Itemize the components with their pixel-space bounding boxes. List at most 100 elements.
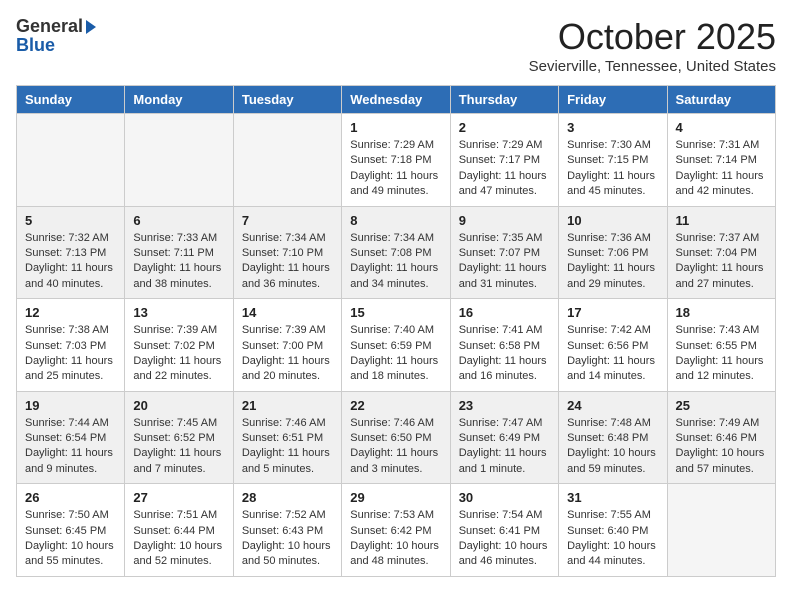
day-number: 9 — [459, 213, 550, 228]
calendar-day-cell: 29 Sunrise: 7:53 AMSunset: 6:42 PMDayligh… — [342, 484, 450, 577]
day-number: 6 — [133, 213, 224, 228]
calendar-day-cell: 19 Sunrise: 7:44 AMSunset: 6:54 PMDayligh… — [17, 391, 125, 484]
calendar-day-cell: 9 Sunrise: 7:35 AMSunset: 7:07 PMDaylight… — [450, 206, 558, 299]
day-number: 13 — [133, 305, 224, 320]
calendar-day-cell: 30 Sunrise: 7:54 AMSunset: 6:41 PMDayligh… — [450, 484, 558, 577]
page-header: General Blue October 2025 Sevierville, T… — [16, 16, 776, 75]
day-number: 4 — [676, 120, 767, 135]
day-info: Sunrise: 7:29 AMSunset: 7:17 PMDaylight:… — [459, 138, 550, 200]
day-info: Sunrise: 7:55 AMSunset: 6:40 PMDaylight:… — [567, 508, 658, 570]
day-number: 19 — [25, 398, 116, 413]
day-number: 3 — [567, 120, 658, 135]
day-number: 29 — [350, 490, 441, 505]
day-number: 8 — [350, 213, 441, 228]
calendar-day-cell — [17, 114, 125, 207]
calendar-day-cell: 15 Sunrise: 7:40 AMSunset: 6:59 PMDayligh… — [342, 299, 450, 392]
day-number: 28 — [242, 490, 333, 505]
calendar-day-cell: 5 Sunrise: 7:32 AMSunset: 7:13 PMDaylight… — [17, 206, 125, 299]
day-info: Sunrise: 7:50 AMSunset: 6:45 PMDaylight:… — [25, 508, 116, 570]
location-text: Sevierville, Tennessee, United States — [529, 58, 776, 75]
day-info: Sunrise: 7:31 AMSunset: 7:14 PMDaylight:… — [676, 138, 767, 200]
day-info: Sunrise: 7:52 AMSunset: 6:43 PMDaylight:… — [242, 508, 333, 570]
calendar-day-cell: 14Sunrise: 7:39 AMSunset: 7:00 PMDayligh… — [233, 299, 341, 392]
day-number: 24 — [567, 398, 658, 413]
calendar-day-cell: 16Sunrise: 7:41 AMSunset: 6:58 PMDayligh… — [450, 299, 558, 392]
calendar-table: SundayMondayTuesdayWednesdayThursdayFrid… — [16, 85, 776, 577]
day-info: Sunrise: 7:36 AMSunset: 7:06 PMDaylight:… — [567, 231, 658, 293]
day-number: 30 — [459, 490, 550, 505]
calendar-week-row: 26Sunrise: 7:50 AMSunset: 6:45 PMDayligh… — [17, 484, 776, 577]
day-number: 15 — [350, 305, 441, 320]
day-info: Sunrise: 7:45 AMSunset: 6:52 PMDaylight:… — [133, 416, 224, 478]
weekday-header-wednesday: Wednesday — [342, 86, 450, 114]
calendar-day-cell: 28 Sunrise: 7:52 AMSunset: 6:43 PMDayligh… — [233, 484, 341, 577]
calendar-day-cell: 13 Sunrise: 7:39 AMSunset: 7:02 PMDayligh… — [125, 299, 233, 392]
day-number: 21 — [242, 398, 333, 413]
calendar-day-cell: 11 Sunrise: 7:37 AMSunset: 7:04 PMDayligh… — [667, 206, 775, 299]
weekday-header-friday: Friday — [559, 86, 667, 114]
calendar-week-row: 12 Sunrise: 7:38 AMSunset: 7:03 PMDayligh… — [17, 299, 776, 392]
calendar-day-cell — [125, 114, 233, 207]
calendar-day-cell: 25 Sunrise: 7:49 AMSunset: 6:46 PMDayligh… — [667, 391, 775, 484]
day-number: 12 — [25, 305, 116, 320]
day-info: Sunrise: 7:38 AMSunset: 7:03 PMDaylight:… — [25, 323, 116, 385]
day-info: Sunrise: 7:32 AMSunset: 7:13 PMDaylight:… — [25, 231, 116, 293]
calendar-day-cell: 2Sunrise: 7:29 AMSunset: 7:17 PMDaylight… — [450, 114, 558, 207]
calendar-day-cell: 27 Sunrise: 7:51 AMSunset: 6:44 PMDayligh… — [125, 484, 233, 577]
day-info: Sunrise: 7:46 AMSunset: 6:51 PMDaylight:… — [242, 416, 333, 478]
weekday-header-row: SundayMondayTuesdayWednesdayThursdayFrid… — [17, 86, 776, 114]
title-section: October 2025 Sevierville, Tennessee, Uni… — [529, 16, 776, 75]
day-info: Sunrise: 7:40 AMSunset: 6:59 PMDaylight:… — [350, 323, 441, 385]
day-info: Sunrise: 7:47 AMSunset: 6:49 PMDaylight:… — [459, 416, 550, 478]
day-info: Sunrise: 7:39 AMSunset: 7:02 PMDaylight:… — [133, 323, 224, 385]
calendar-day-cell: 4 Sunrise: 7:31 AMSunset: 7:14 PMDaylight… — [667, 114, 775, 207]
day-info: Sunrise: 7:53 AMSunset: 6:42 PMDaylight:… — [350, 508, 441, 570]
day-number: 14 — [242, 305, 333, 320]
day-number: 11 — [676, 213, 767, 228]
calendar-week-row: 1 Sunrise: 7:29 AMSunset: 7:18 PMDaylight… — [17, 114, 776, 207]
calendar-day-cell: 23Sunrise: 7:47 AMSunset: 6:49 PMDayligh… — [450, 391, 558, 484]
calendar-day-cell: 17 Sunrise: 7:42 AMSunset: 6:56 PMDayligh… — [559, 299, 667, 392]
day-info: Sunrise: 7:54 AMSunset: 6:41 PMDaylight:… — [459, 508, 550, 570]
day-info: Sunrise: 7:41 AMSunset: 6:58 PMDaylight:… — [459, 323, 550, 385]
day-info: Sunrise: 7:42 AMSunset: 6:56 PMDaylight:… — [567, 323, 658, 385]
day-number: 1 — [350, 120, 441, 135]
day-number: 5 — [25, 213, 116, 228]
calendar-day-cell: 3 Sunrise: 7:30 AMSunset: 7:15 PMDaylight… — [559, 114, 667, 207]
day-number: 17 — [567, 305, 658, 320]
day-info: Sunrise: 7:43 AMSunset: 6:55 PMDaylight:… — [676, 323, 767, 385]
day-info: Sunrise: 7:51 AMSunset: 6:44 PMDaylight:… — [133, 508, 224, 570]
calendar-day-cell: 8 Sunrise: 7:34 AMSunset: 7:08 PMDaylight… — [342, 206, 450, 299]
calendar-day-cell: 26Sunrise: 7:50 AMSunset: 6:45 PMDayligh… — [17, 484, 125, 577]
day-info: Sunrise: 7:29 AMSunset: 7:18 PMDaylight:… — [350, 138, 441, 200]
calendar-day-cell: 10 Sunrise: 7:36 AMSunset: 7:06 PMDayligh… — [559, 206, 667, 299]
day-info: Sunrise: 7:34 AMSunset: 7:08 PMDaylight:… — [350, 231, 441, 293]
day-info: Sunrise: 7:44 AMSunset: 6:54 PMDaylight:… — [25, 416, 116, 478]
day-number: 10 — [567, 213, 658, 228]
logo: General Blue — [16, 16, 96, 56]
calendar-day-cell: 20 Sunrise: 7:45 AMSunset: 6:52 PMDayligh… — [125, 391, 233, 484]
day-info: Sunrise: 7:30 AMSunset: 7:15 PMDaylight:… — [567, 138, 658, 200]
day-info: Sunrise: 7:34 AMSunset: 7:10 PMDaylight:… — [242, 231, 333, 293]
calendar-day-cell: 6Sunrise: 7:33 AMSunset: 7:11 PMDaylight… — [125, 206, 233, 299]
calendar-week-row: 5 Sunrise: 7:32 AMSunset: 7:13 PMDaylight… — [17, 206, 776, 299]
day-number: 22 — [350, 398, 441, 413]
day-info: Sunrise: 7:37 AMSunset: 7:04 PMDaylight:… — [676, 231, 767, 293]
day-number: 7 — [242, 213, 333, 228]
day-number: 27 — [133, 490, 224, 505]
day-number: 25 — [676, 398, 767, 413]
day-info: Sunrise: 7:46 AMSunset: 6:50 PMDaylight:… — [350, 416, 441, 478]
logo-general-text: General — [16, 16, 83, 37]
calendar-day-cell: 22 Sunrise: 7:46 AMSunset: 6:50 PMDayligh… — [342, 391, 450, 484]
calendar-day-cell: 31Sunrise: 7:55 AMSunset: 6:40 PMDayligh… — [559, 484, 667, 577]
logo-blue-text: Blue — [16, 35, 55, 56]
calendar-day-cell: 24 Sunrise: 7:48 AMSunset: 6:48 PMDayligh… — [559, 391, 667, 484]
day-number: 20 — [133, 398, 224, 413]
calendar-day-cell — [233, 114, 341, 207]
weekday-header-monday: Monday — [125, 86, 233, 114]
weekday-header-sunday: Sunday — [17, 86, 125, 114]
day-info: Sunrise: 7:49 AMSunset: 6:46 PMDaylight:… — [676, 416, 767, 478]
weekday-header-tuesday: Tuesday — [233, 86, 341, 114]
day-info: Sunrise: 7:48 AMSunset: 6:48 PMDaylight:… — [567, 416, 658, 478]
day-info: Sunrise: 7:35 AMSunset: 7:07 PMDaylight:… — [459, 231, 550, 293]
